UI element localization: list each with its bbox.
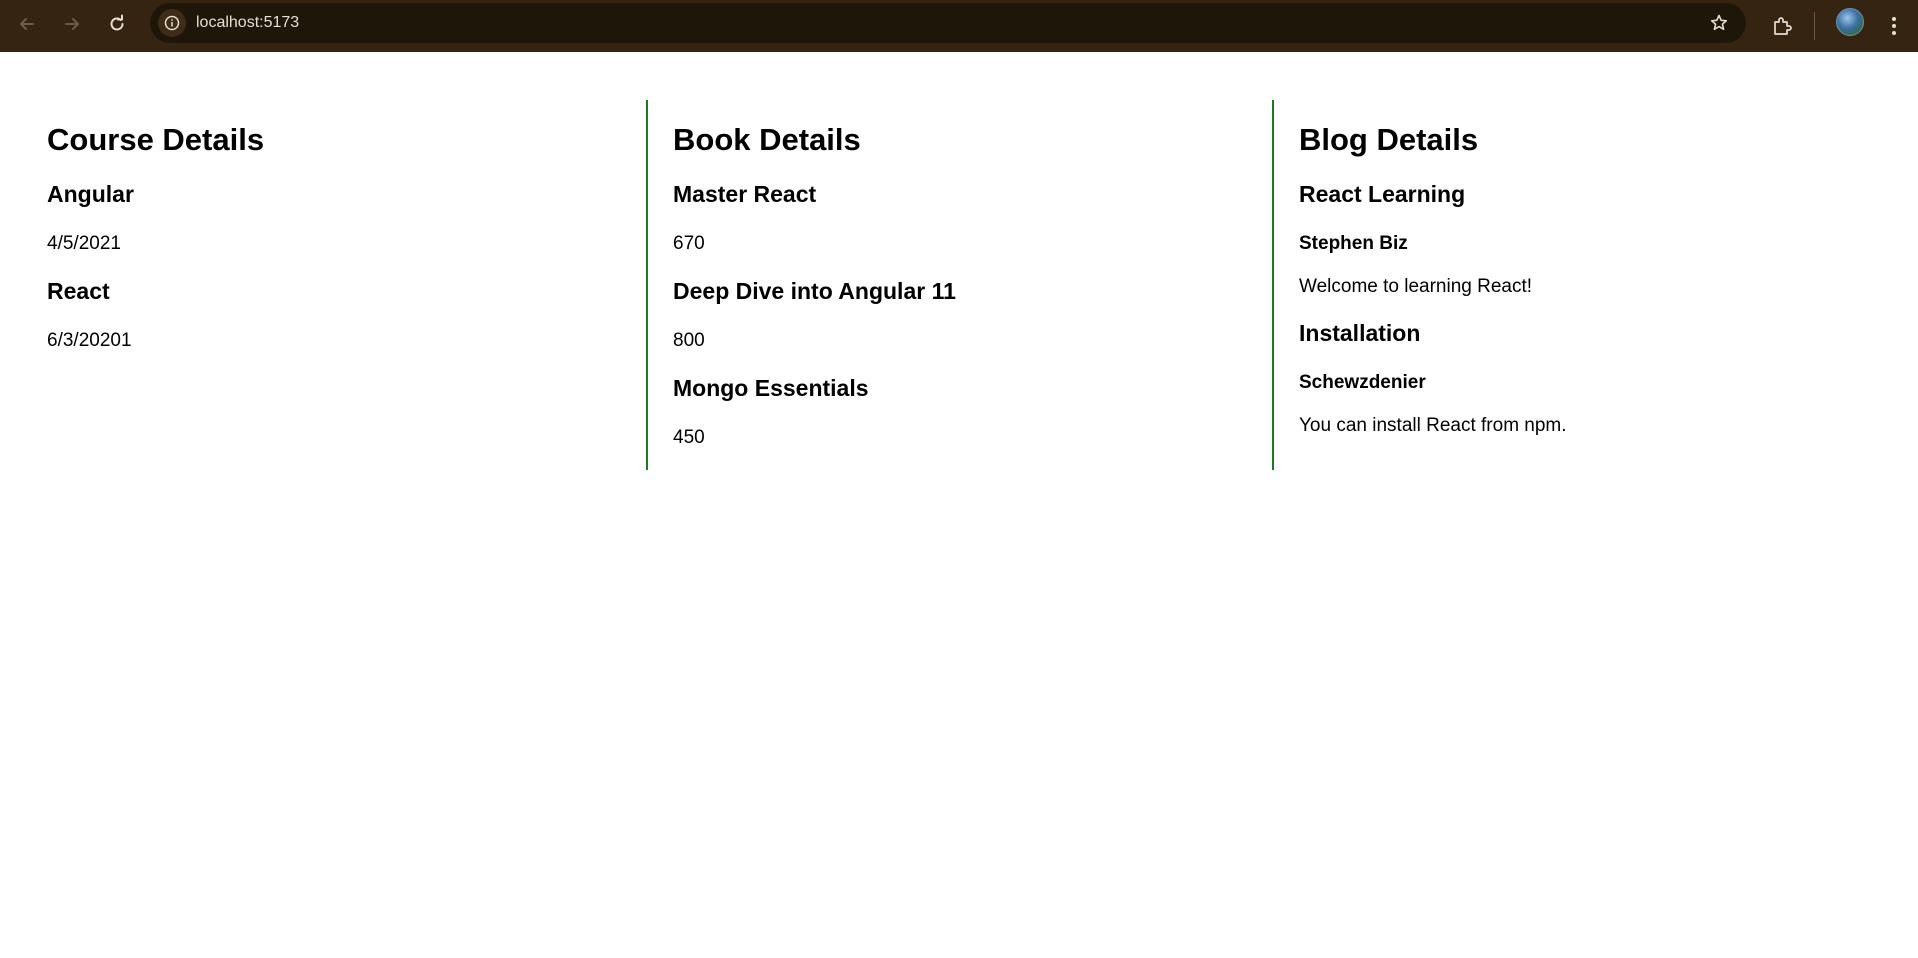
course-details-section: Course Details Angular 4/5/2021 React 6/… [0, 100, 646, 470]
toolbar-divider [1814, 12, 1815, 40]
book-price: 670 [673, 233, 705, 254]
details-columns: Course Details Angular 4/5/2021 React 6/… [0, 100, 1918, 470]
profile-avatar[interactable] [1836, 8, 1864, 36]
blog-title: React Learning [1299, 181, 1466, 207]
course-date: 4/5/2021 [47, 233, 121, 254]
course-details-heading: Course Details [47, 122, 265, 157]
book-price: 450 [673, 427, 705, 448]
address-bar[interactable]: localhost:5173 [150, 3, 1746, 43]
book-details-section: Book Details Master React 670 Deep Dive … [646, 100, 1272, 470]
blog-details-section: Blog Details React Learning Stephen Biz … [1272, 100, 1918, 470]
info-icon [164, 15, 180, 31]
blog-author: Schewzdenier [1299, 372, 1426, 393]
star-icon [1710, 14, 1728, 31]
reload-button[interactable] [99, 6, 135, 42]
bookmark-button[interactable] [1707, 11, 1731, 35]
book-name: Mongo Essentials [673, 375, 869, 401]
course-name: Angular [47, 181, 134, 207]
reload-icon [110, 14, 124, 31]
back-button[interactable] [9, 6, 45, 42]
arrow-left-icon [20, 18, 34, 30]
blog-details-heading: Blog Details [1299, 122, 1479, 157]
url-text[interactable]: localhost:5173 [196, 13, 299, 33]
book-name: Master React [673, 181, 817, 207]
blog-title: Installation [1299, 320, 1421, 346]
book-name: Deep Dive into Angular 11 [673, 278, 956, 304]
blog-content: Welcome to learning React! [1299, 276, 1533, 297]
kebab-menu-icon [1892, 17, 1896, 35]
site-info-button[interactable] [158, 9, 186, 37]
book-details-heading: Book Details [673, 122, 861, 157]
extensions-button[interactable] [1764, 8, 1800, 44]
book-price: 800 [673, 330, 705, 351]
blog-author: Stephen Biz [1299, 233, 1408, 254]
arrow-right-icon [65, 18, 79, 30]
forward-button[interactable] [54, 6, 90, 42]
browser-menu-button[interactable] [1880, 8, 1908, 44]
blog-content: You can install React from npm. [1299, 415, 1567, 436]
puzzle-icon [1774, 17, 1792, 35]
course-date: 6/3/20201 [47, 330, 132, 351]
browser-toolbar: localhost:5173 [0, 0, 1918, 52]
course-name: React [47, 278, 110, 304]
